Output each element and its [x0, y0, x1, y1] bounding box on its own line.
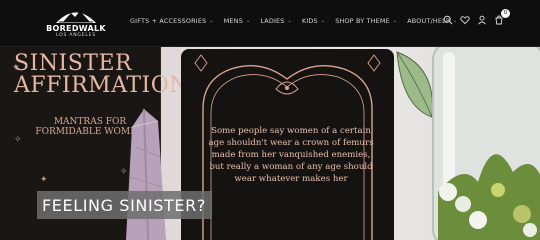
- chevron-down-icon: ⌄: [392, 18, 398, 24]
- nav-label: LADIES: [260, 17, 285, 25]
- star-icon: ✦: [40, 175, 48, 185]
- site-header: BOREDWALK LOS ANGELES GIFTS + ACCESSORIE…: [0, 0, 540, 47]
- hero-banner[interactable]: SINISTER AFFIRMATIONS MANTRAS FOR FORMID…: [0, 47, 540, 240]
- brand-location: LOS ANGELES: [56, 33, 96, 38]
- nav-label: SHOP BY THEME: [335, 17, 390, 25]
- search-icon[interactable]: [443, 15, 453, 25]
- nav-label: MENS: [223, 17, 243, 25]
- chevron-down-icon: ⌄: [209, 18, 214, 24]
- brand-name: BOREDWALK: [46, 24, 106, 33]
- nav-item-mens[interactable]: MENS ⌄: [224, 17, 251, 25]
- nav-item-ladies[interactable]: LADIES ⌄: [260, 17, 292, 25]
- box-title: SINISTER AFFIRMATIONS: [14, 51, 205, 98]
- star-icon: ✦: [12, 63, 20, 73]
- hero-headline: FEELING SINISTER?: [42, 195, 206, 215]
- star-icon: ✧: [14, 135, 22, 145]
- mountain-logo-icon: [56, 11, 96, 23]
- cart-button[interactable]: 0: [494, 9, 510, 25]
- chevron-down-icon: ⌄: [320, 18, 326, 24]
- chevron-down-icon: ⌄: [245, 18, 251, 24]
- chevron-down-icon: ⌄: [287, 18, 292, 24]
- brand-logo[interactable]: BOREDWALK LOS ANGELES: [46, 6, 106, 42]
- main-nav: GIFTS + ACCESSORIES ⌄ MENS ⌄ LADIES ⌄ KIDS ⌄…: [130, 17, 467, 25]
- crystal-image: [126, 108, 166, 240]
- nav-item-shop-by-theme[interactable]: SHOP BY THEME ⌄: [335, 17, 397, 25]
- heart-icon[interactable]: [460, 15, 470, 25]
- nav-item-gifts[interactable]: GIFTS + ACCESSORIES ⌄: [130, 17, 214, 25]
- cart-count-badge: 0: [501, 9, 510, 18]
- terrarium-jar-image: [432, 47, 540, 240]
- nav-label: KIDS: [301, 17, 318, 25]
- nav-label: GIFTS + ACCESSORIES: [130, 17, 207, 25]
- nav-item-kids[interactable]: KIDS ⌄: [302, 17, 325, 25]
- card-quote-text: Some people say women of a certain age s…: [208, 126, 374, 184]
- header-actions: 0: [443, 9, 510, 25]
- hero-headline-badge: FEELING SINISTER?: [37, 191, 212, 219]
- user-icon[interactable]: [477, 15, 487, 25]
